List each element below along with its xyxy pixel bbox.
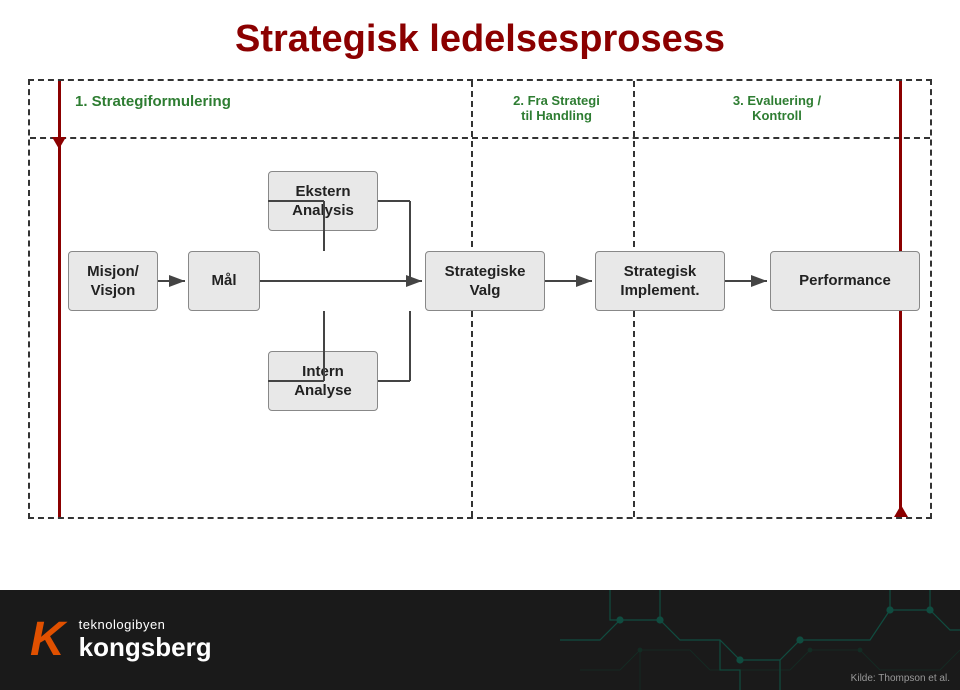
box-intern-analyse: Intern Analyse [268, 351, 378, 411]
col-header-1: 1. Strategiformulering [75, 93, 453, 110]
box-misjon-visjon: Misjon/ Visjon [68, 251, 158, 311]
box-maal: Mål [188, 251, 260, 311]
box-ekstern-analysis: Ekstern Analysis [268, 171, 378, 231]
box-strategisk-implement: Strategisk Implement. [595, 251, 725, 311]
diagram-container: 1. Strategiformulering 2. Fra Strategi t… [28, 79, 932, 519]
col-header-2: 2. Fra Strategi til Handling [480, 93, 633, 123]
footer-source: Kilde: Thompson et al. [851, 673, 950, 684]
main-content: Strategisk ledelsesprosess 1. Strategifo… [0, 0, 960, 590]
logo-k-icon: K [30, 616, 65, 664]
footer-text-block: teknologibyen kongsberg [79, 617, 212, 663]
col-header-3: 3. Evaluering / Kontroll [642, 93, 912, 123]
footer-logo: K teknologibyen kongsberg [30, 616, 212, 664]
box-strategiske-valg: Strategiske Valg [425, 251, 545, 311]
arrow-down-left [52, 137, 66, 149]
horizontal-separator [30, 137, 930, 139]
footer: K teknologibyen kongsberg Kilde: Thompso… [0, 590, 960, 690]
footer-city-label: teknologibyen [79, 617, 212, 632]
page-title: Strategisk ledelsesprosess [28, 18, 932, 61]
arrow-up-right [894, 505, 908, 517]
footer-brand-label: kongsberg [79, 632, 212, 663]
box-performance: Performance [770, 251, 920, 311]
